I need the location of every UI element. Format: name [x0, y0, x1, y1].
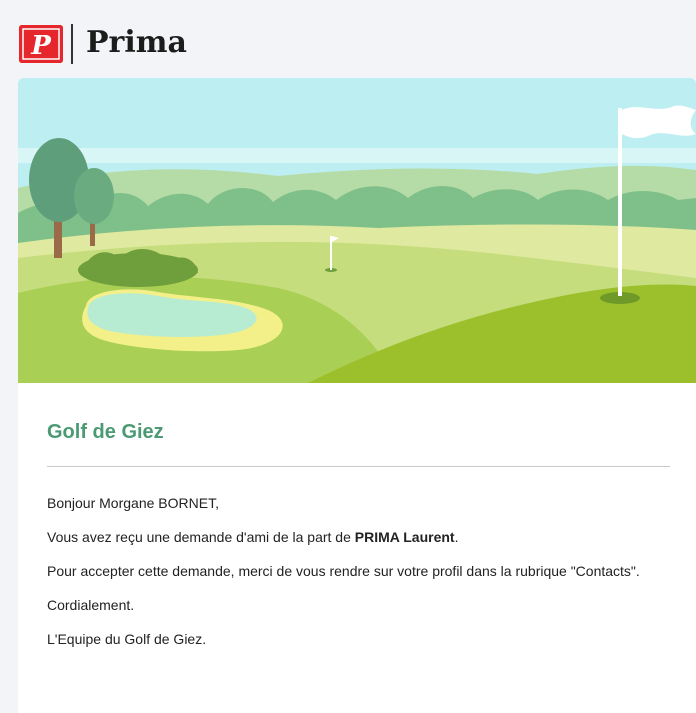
email-card: Golf de Giez Bonjour Morgane BORNET, Vou…: [18, 78, 696, 713]
email-content: Golf de Giez Bonjour Morgane BORNET, Vou…: [47, 418, 672, 648]
request-prefix: Vous avez reçu une demande d'ami de la p…: [47, 529, 355, 545]
email-title: Golf de Giez: [47, 421, 164, 443]
request-sender: PRIMA Laurent: [354, 529, 455, 545]
brand-name: Prima: [86, 25, 187, 60]
request-text: Vous avez reçu une demande d'ami de la p…: [47, 529, 672, 546]
request-suffix: .: [454, 529, 459, 545]
greeting-text: Bonjour Morgane BORNET,: [47, 495, 219, 511]
golf-course-illustration: [18, 78, 696, 383]
logo-divider: [71, 24, 73, 64]
prima-logo-icon: P: [19, 25, 63, 63]
svg-text:P: P: [30, 31, 52, 61]
closing-text: Cordialement.: [47, 597, 135, 613]
email-page: P Prima Golf de Giez Bonjour Morgane BOR…: [0, 0, 696, 713]
instructions-text: Pour accepter cette demande, merci de vo…: [47, 563, 640, 579]
signature-text: L'Equipe du Golf de Giez.: [47, 631, 207, 647]
divider: [47, 466, 670, 467]
header: P Prima: [0, 0, 696, 78]
